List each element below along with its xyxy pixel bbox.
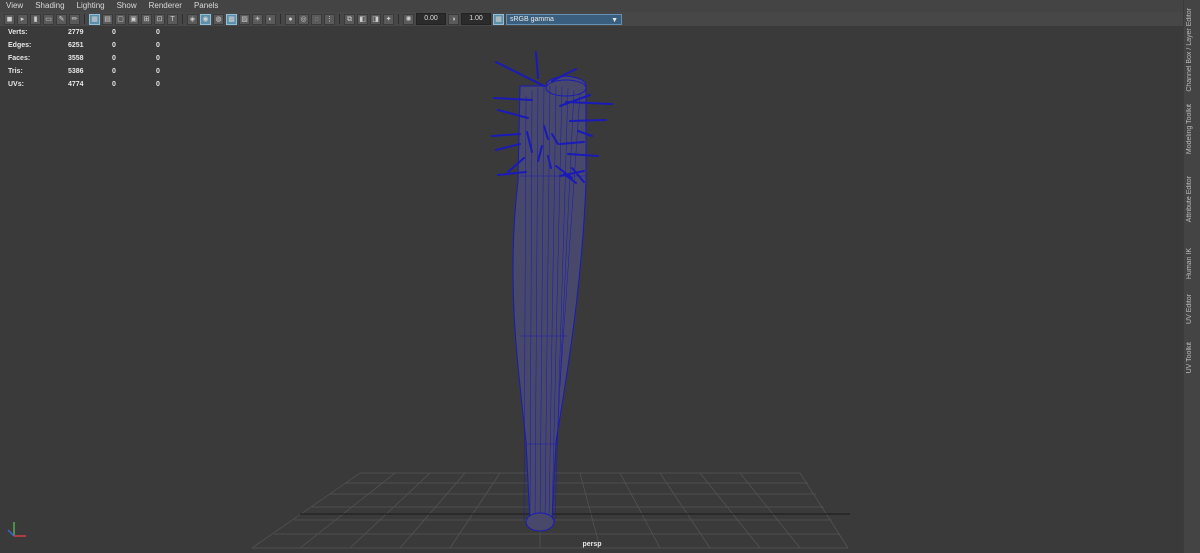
- color-space-value: sRGB gamma: [510, 15, 554, 23]
- bat-mesh[interactable]: [512, 75, 587, 532]
- wireframe-icon[interactable]: ◈: [187, 13, 198, 25]
- toolbar-separator: [280, 14, 281, 24]
- wireframe-on-shaded-icon[interactable]: ▩: [226, 13, 237, 25]
- tab-uv-toolkit[interactable]: UV Toolkit: [1186, 342, 1198, 373]
- motion-blur-icon[interactable]: ◎: [298, 13, 309, 25]
- right-panel-tabs: Channel Box / Layer Editor Modeling Tool…: [1183, 0, 1200, 553]
- hud-row-uvs: UVs: 4774 0 0: [8, 78, 176, 91]
- exposure-field[interactable]: 0.00: [416, 13, 446, 25]
- image-plane-icon[interactable]: ▭: [43, 13, 54, 25]
- hud-row-faces: Faces: 3558 0 0: [8, 52, 176, 65]
- safe-action-icon[interactable]: ⊡: [154, 13, 165, 25]
- use-all-lights-icon[interactable]: ☀: [252, 13, 263, 25]
- depth-of-field-icon[interactable]: ⋮: [324, 13, 335, 25]
- menu-view[interactable]: View: [0, 0, 29, 12]
- ambient-occlusion-icon[interactable]: ●: [285, 13, 296, 25]
- color-management-icon[interactable]: ▦: [493, 13, 504, 25]
- tab-channel-box-layer-editor[interactable]: Channel Box / Layer Editor: [1186, 8, 1198, 92]
- hud-value: 0: [156, 55, 160, 62]
- tab-attribute-editor[interactable]: Attribute Editor: [1186, 176, 1198, 222]
- hud-value: 3558: [68, 55, 84, 62]
- hud-label: Tris:: [8, 68, 23, 75]
- hud-value: 0: [156, 29, 160, 36]
- toolbar-separator: [182, 14, 183, 24]
- xray-joints-icon[interactable]: ✦: [383, 13, 394, 25]
- hud-value: 0: [112, 68, 116, 75]
- tab-uv-editor[interactable]: UV Editor: [1186, 294, 1198, 324]
- color-space-dropdown[interactable]: sRGB gamma ▼: [506, 13, 622, 25]
- hud-label: UVs:: [8, 81, 24, 88]
- menu-renderer[interactable]: Renderer: [143, 0, 188, 12]
- hud-label: Edges:: [8, 42, 32, 49]
- hud-value: 0: [156, 81, 160, 88]
- gamma-icon[interactable]: ◑: [448, 13, 459, 25]
- safe-title-icon[interactable]: T: [167, 13, 178, 25]
- hud-value: 0: [112, 29, 116, 36]
- hud-value: 0: [112, 55, 116, 62]
- tab-modeling-toolkit[interactable]: Modeling Toolkit: [1186, 104, 1198, 154]
- anti-aliasing-icon[interactable]: ◌: [311, 13, 322, 25]
- camera-name-label: persp: [582, 541, 602, 548]
- bookmark-icon[interactable]: ▮: [30, 13, 41, 25]
- menu-show[interactable]: Show: [111, 0, 143, 12]
- field-chart-icon[interactable]: ⊞: [141, 13, 152, 25]
- poly-count-table: Verts: 2779 0 0 Edges: 6251 0 0 Faces: 3…: [8, 26, 176, 91]
- perspective-viewport[interactable]: Verts: 2779 0 0 Edges: 6251 0 0 Faces: 3…: [0, 26, 1184, 553]
- default-material-icon[interactable]: ◍: [213, 13, 224, 25]
- hud-row-tris: Tris: 5386 0 0: [8, 65, 176, 78]
- hud-row-verts: Verts: 2779 0 0: [8, 26, 176, 39]
- xray-active-components-icon[interactable]: ◨: [370, 13, 381, 25]
- grease-pencil-icon[interactable]: ✏: [69, 13, 80, 25]
- select-camera-icon[interactable]: ◼: [4, 13, 15, 25]
- bat-knob: [525, 512, 555, 532]
- smooth-shade-icon[interactable]: ◉: [200, 13, 211, 25]
- viewport-toolbar: ◼ ▸ ▮ ▭ ✎ ✏ ▦ ▤ ▢ ▣ ⊞ ⊡ T ◈ ◉ ◍ ▩ ▨ ☀ ◐ …: [0, 12, 1184, 26]
- gate-mask-icon[interactable]: ▣: [128, 13, 139, 25]
- toolbar-separator: [398, 14, 399, 24]
- menu-panels[interactable]: Panels: [188, 0, 224, 12]
- shadows-icon[interactable]: ◐: [265, 13, 276, 25]
- hud-value: 6251: [68, 42, 84, 49]
- two-d-pan-zoom-icon[interactable]: ✎: [56, 13, 67, 25]
- hud-value: 4774: [68, 81, 84, 88]
- isolate-select-icon[interactable]: ⧉: [344, 13, 355, 25]
- hud-value: 5386: [68, 68, 84, 75]
- tab-human-ik[interactable]: Human IK: [1186, 248, 1198, 279]
- hud-value: 0: [156, 42, 160, 49]
- camera-attributes-icon[interactable]: ▸: [17, 13, 28, 25]
- menu-lighting[interactable]: Lighting: [71, 0, 111, 12]
- chevron-down-icon: ▼: [611, 16, 618, 24]
- menu-shading[interactable]: Shading: [29, 0, 70, 12]
- grid-icon[interactable]: ▦: [89, 13, 100, 25]
- toolbar-separator: [84, 14, 85, 24]
- gamma-field[interactable]: 1.00: [461, 13, 491, 25]
- textured-icon[interactable]: ▨: [239, 13, 250, 25]
- hud-value: 2779: [68, 29, 84, 36]
- hud-row-edges: Edges: 6251 0 0: [8, 39, 176, 52]
- xray-icon[interactable]: ◧: [357, 13, 368, 25]
- toolbar-separator: [339, 14, 340, 24]
- viewport-menubar: View Shading Lighting Show Renderer Pane…: [0, 0, 1184, 12]
- scene-canvas[interactable]: [0, 26, 1184, 553]
- poly-count-hud: Verts: 2779 0 0 Edges: 6251 0 0 Faces: 3…: [8, 26, 176, 91]
- film-gate-icon[interactable]: ▤: [102, 13, 113, 25]
- hud-value: 0: [156, 68, 160, 75]
- axis-gizmo-icon: [7, 522, 26, 537]
- resolution-gate-icon[interactable]: ▢: [115, 13, 126, 25]
- hud-value: 0: [112, 42, 116, 49]
- hud-label: Verts:: [8, 29, 28, 36]
- hud-label: Faces:: [8, 55, 31, 62]
- exposure-icon[interactable]: ✺: [403, 13, 414, 25]
- hud-value: 0: [112, 81, 116, 88]
